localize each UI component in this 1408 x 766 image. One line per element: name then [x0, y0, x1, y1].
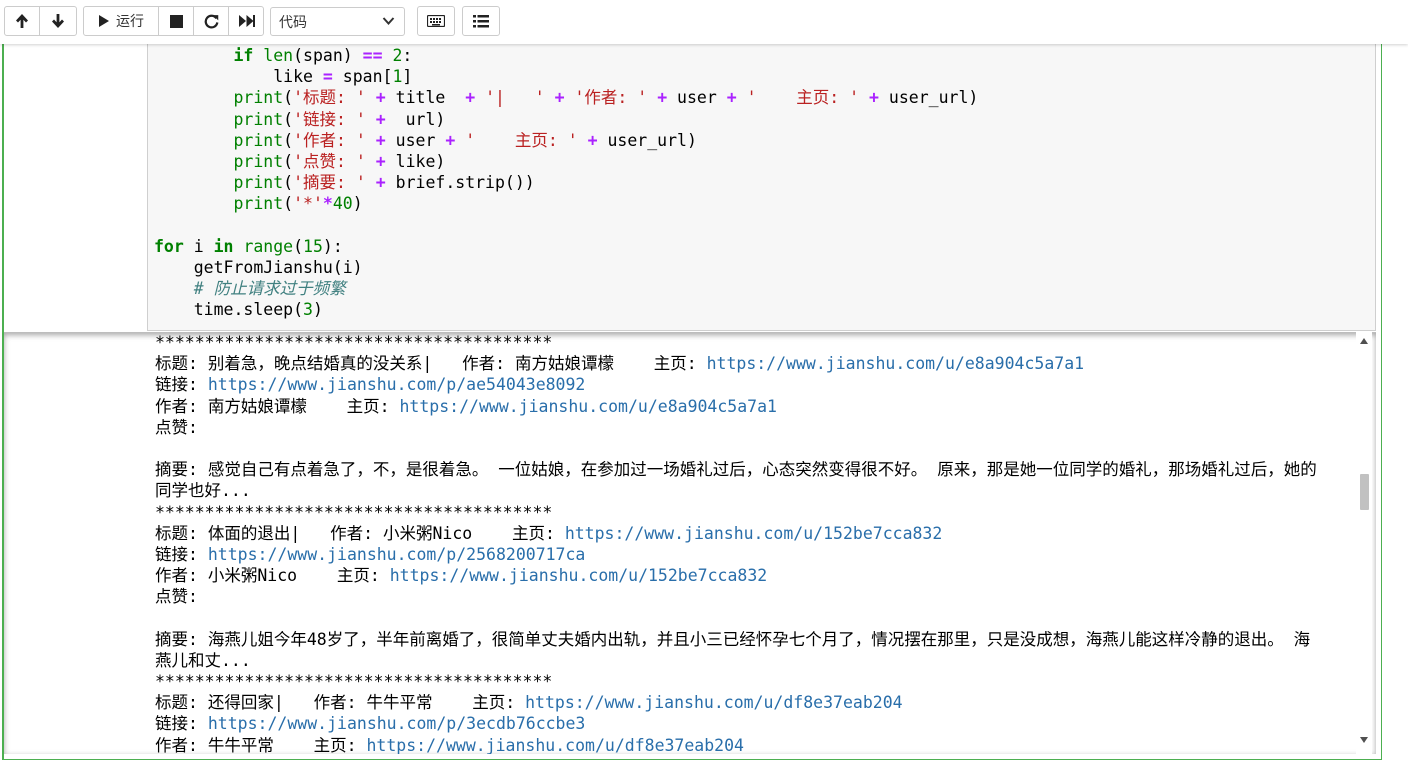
cell-output[interactable]: ****************************************…: [4, 332, 1376, 754]
code-line: print('链接: ' + url): [233, 109, 446, 129]
article-link[interactable]: https://www.jianshu.com/p/3ecdb76ccbe3: [208, 714, 586, 733]
entry-brief: 摘要: 海燕儿姐今年48岁了，半年前离婚了，很简单丈夫婚内出轨，并且小三已经怀孕…: [155, 629, 1311, 670]
author-homepage-link[interactable]: https://www.jianshu.com/u/df8e37eab204: [525, 693, 903, 712]
keyboard-icon: [427, 15, 445, 27]
fast-forward-icon: [238, 15, 255, 27]
code-line: like = span[1]: [154, 67, 413, 87]
code-line: # 防止请求过于频繁: [193, 279, 346, 299]
separator-line: ****************************************: [155, 672, 553, 692]
entry-brief: 摘要: 感觉自己有点着急了，不，是很着急。 一位姑娘，在参加过一场婚礼过后，心态…: [155, 460, 1317, 501]
restart-kernel-button[interactable]: [193, 6, 229, 36]
move-cell-down-button[interactable]: [39, 6, 77, 36]
command-palette-button[interactable]: [417, 6, 455, 36]
output-scrollbar[interactable]: [1356, 332, 1372, 754]
entry-title-line: 标题: 还得回家| 作者: 牛牛平常 主页: https://www.jians…: [155, 693, 903, 713]
code-line: print('*'*40): [233, 194, 363, 214]
code-line: print('点赞: ' + like): [233, 152, 446, 172]
cell-type-value: 代码: [279, 14, 307, 31]
move-cell-up-button[interactable]: [4, 6, 40, 36]
entry-likes-line: 点赞:: [155, 417, 208, 437]
notebook-toolbar: 运行 代码: [0, 0, 1408, 44]
entry-title-line: 标题: 别着急，晚点结婚真的没关系| 作者: 南方姑娘谭檬 主页: https:…: [155, 354, 1085, 374]
article-link[interactable]: https://www.jianshu.com/p/2568200717ca: [208, 545, 586, 564]
stop-icon: [169, 14, 183, 28]
restart-icon: [204, 14, 218, 28]
author-homepage-link[interactable]: https://www.jianshu.com/u/e8a904c5a7a1: [399, 397, 777, 416]
author-homepage-link[interactable]: https://www.jianshu.com/u/e8a904c5a7a1: [707, 354, 1085, 373]
code-line: time.sleep(3): [154, 300, 323, 320]
author-homepage-link[interactable]: https://www.jianshu.com/u/152be7cca832: [565, 524, 943, 543]
code-line: print('作者: ' + user + ' 主页: ' + user_url…: [233, 130, 697, 150]
code-line: if len(span) == 2:: [233, 46, 413, 65]
entry-link-line: 链接: https://www.jianshu.com/p/ae54043e80…: [155, 375, 586, 395]
run-button[interactable]: 运行: [83, 6, 159, 36]
list-icon: [473, 14, 489, 27]
scroll-up-arrow-icon[interactable]: [1360, 338, 1368, 344]
article-link[interactable]: https://www.jianshu.com/p/ae54043e8092: [208, 375, 586, 394]
separator-line: ****************************************: [155, 333, 553, 352]
interrupt-kernel-button[interactable]: [158, 6, 194, 36]
arrow-down-icon: [52, 14, 64, 28]
arrow-up-icon: [16, 14, 28, 28]
code-line: for i in range(15):: [154, 236, 343, 256]
author-homepage-link[interactable]: https://www.jianshu.com/u/df8e37eab204: [366, 736, 744, 754]
cell-toolbar-button[interactable]: [462, 6, 500, 36]
entry-title-line: 标题: 体面的退出| 作者: 小米粥Nico 主页: https://www.j…: [155, 523, 943, 543]
play-icon: [99, 15, 109, 27]
entry-author-line: 作者: 牛牛平常 主页: https://www.jianshu.com/u/d…: [155, 735, 744, 754]
scroll-down-arrow-icon[interactable]: [1360, 737, 1368, 743]
entry-author-line: 作者: 南方姑娘谭檬 主页: https://www.jianshu.com/u…: [155, 396, 777, 416]
entry-link-line: 链接: https://www.jianshu.com/p/3ecdb76ccb…: [155, 714, 586, 734]
entry-likes-line: 点赞:: [155, 587, 208, 607]
code-line: getFromJianshu(i): [154, 258, 363, 278]
separator-line: ****************************************: [155, 502, 553, 522]
author-homepage-link[interactable]: https://www.jianshu.com/u/152be7cca832: [390, 566, 768, 585]
cell-type-select[interactable]: 代码: [270, 7, 405, 36]
restart-run-all-button[interactable]: [228, 6, 264, 36]
output-text: ****************************************…: [155, 333, 1325, 754]
scrollbar-thumb[interactable]: [1360, 474, 1369, 510]
code-line: print('摘要: ' + brief.strip()): [233, 173, 535, 193]
code-line: print('标题: ' + title + '| ' + '作者: ' + u…: [233, 88, 979, 108]
entry-link-line: 链接: https://www.jianshu.com/p/2568200717…: [155, 544, 586, 564]
run-label: 运行: [116, 14, 144, 30]
code-editor[interactable]: if len(span) == 2: like = span[1] print(…: [147, 44, 1376, 331]
entry-author-line: 作者: 小米粥Nico 主页: https://www.jianshu.com/…: [155, 566, 768, 586]
chevron-down-icon: [382, 17, 395, 25]
